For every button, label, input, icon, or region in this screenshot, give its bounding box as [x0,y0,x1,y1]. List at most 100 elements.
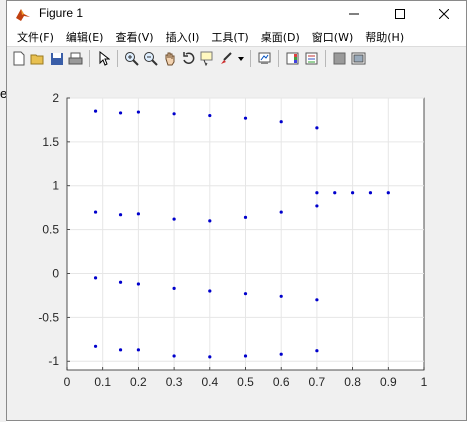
figure-canvas: 0 0.1 0.2 0.3 0.4 0.5 0.6 0.7 0.8 0.9 1 2 1.5 1 0.5 0 -0… [7,70,466,420]
y-tick-label: 0.5 [42,223,59,237]
link-plot-button[interactable] [256,50,273,67]
zoom-in-button[interactable] [123,50,140,67]
new-figure-button[interactable] [10,50,27,67]
menu-edit[interactable]: 编辑(E) [60,29,110,45]
select-arrow-icon [99,51,110,66]
hide-plot-tools-button[interactable] [331,50,348,67]
data-point [368,191,373,195]
menu-insert[interactable]: 插入(I) [160,29,206,45]
data-point [93,109,98,113]
pan-button[interactable] [161,50,178,67]
data-point [118,213,123,217]
data-point [279,210,283,214]
y-tick-label: 2 [52,91,59,105]
brush-dropdown-icon [238,56,244,61]
minimize-icon [349,13,359,15]
data-point [172,354,176,358]
y-tick-label: -1 [48,354,59,368]
data-point [136,110,140,114]
brush-button[interactable] [218,50,235,67]
toolbar-separator [278,50,279,67]
data-point [333,191,337,195]
x-tick-label: 1 [421,375,428,389]
close-button[interactable] [421,1,467,27]
toolbar-separator [250,50,251,67]
toolbar-separator [117,50,118,67]
minimize-button[interactable] [331,1,377,27]
data-point [208,113,212,118]
select-arrow-button[interactable] [95,50,112,67]
toolbar-separator [89,50,90,67]
data-point [118,111,123,115]
data-point [172,217,176,221]
maximize-icon [395,9,405,19]
data-point [315,349,319,353]
data-point [279,294,283,298]
matlab-app-icon [16,9,30,21]
y-tick-label: 1 [52,179,59,193]
data-point [93,276,98,280]
menu-tools[interactable]: 工具(T) [205,29,254,45]
data-point [315,191,319,195]
hide-plot-tools-icon [333,52,346,65]
data-point [315,204,319,208]
menu-file[interactable]: 文件(F) [11,29,60,45]
zoom-in-icon [125,52,139,66]
title-bar[interactable]: Figure 1 [7,1,466,27]
insert-colorbar-icon [286,52,299,65]
x-tick-label: 0.7 [309,375,326,389]
y-tick-label: 0 [52,266,59,280]
data-point [172,286,176,290]
print-button[interactable] [67,50,84,67]
data-point [136,348,140,352]
print-icon [68,52,83,64]
insert-legend-button[interactable] [303,50,320,67]
zoom-out-button[interactable] [142,50,159,67]
new-figure-icon [13,51,24,66]
data-point [172,112,176,116]
menu-view[interactable]: 查看(V) [109,29,159,45]
data-point [208,355,212,359]
scatter-plot[interactable]: 0 0.1 0.2 0.3 0.4 0.5 0.6 0.7 0.8 0.9 1 2 1.5 1 0.5 0 -0… [7,70,466,420]
menu-window[interactable]: 窗口(W) [306,29,359,45]
brush-icon [221,52,232,64]
save-button[interactable] [48,50,65,67]
save-icon [50,52,63,65]
data-point [243,292,248,296]
figure-toolbar [7,46,466,71]
data-point [136,212,140,216]
maximize-button[interactable] [377,1,423,27]
data-point [136,282,140,286]
open-file-icon [30,54,44,64]
x-tick-label: 0.4 [201,375,218,389]
y-tick-label: -0.5 [38,310,59,324]
data-point [243,354,248,358]
x-tick-label: 0.1 [94,375,111,389]
data-point [315,298,319,302]
show-plot-tools-button[interactable] [350,50,367,67]
x-tick-label: 0.6 [273,375,290,389]
window-title: Figure 1 [39,6,84,20]
rotate-3d-button[interactable] [180,50,197,67]
data-cursor-icon [200,51,213,66]
menu-desktop[interactable]: 桌面(D) [255,29,306,45]
data-point [93,344,98,348]
data-cursor-button[interactable] [199,50,216,67]
brush-dropdown[interactable] [237,50,245,67]
open-file-button[interactable] [29,50,46,67]
data-point [93,210,98,214]
x-tick-label: 0.2 [130,375,147,389]
figure-window: Figure 1 文件(F) 编辑(E) 查看(V) 插入(I) 工具(T) 桌… [6,0,467,421]
data-point [243,116,248,120]
menu-help[interactable]: 帮助(H) [359,29,410,45]
rotate-3d-icon [183,52,195,64]
zoom-out-icon [144,52,158,66]
pan-icon [165,52,174,66]
close-icon [439,9,449,19]
data-point [386,191,390,195]
x-tick-label: 0.3 [166,375,183,389]
data-point [118,348,123,352]
insert-colorbar-button[interactable] [284,50,301,67]
data-point [279,352,283,356]
data-point [243,215,248,219]
